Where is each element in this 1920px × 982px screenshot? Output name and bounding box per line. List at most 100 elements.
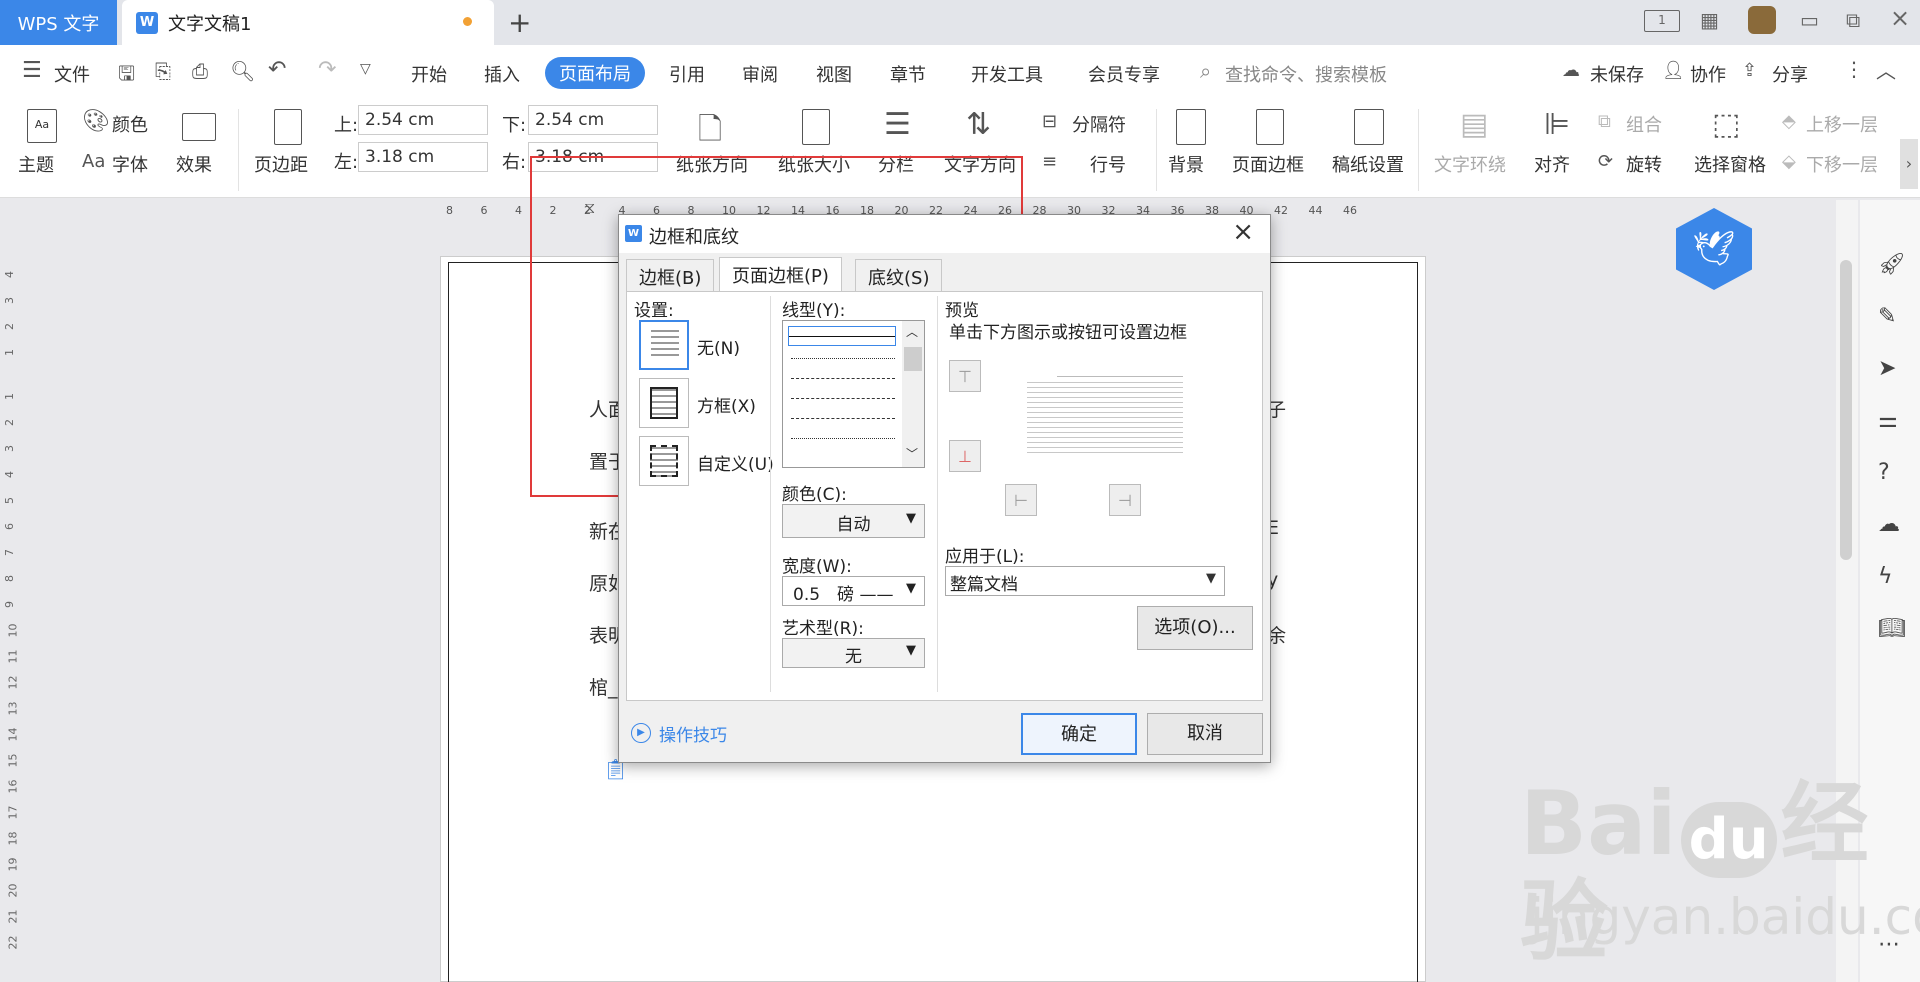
close-window-icon[interactable]: ×	[1890, 4, 1910, 32]
sliders-icon[interactable]: ⚌	[1878, 408, 1898, 433]
setting-box-icon[interactable]	[639, 378, 689, 428]
collapse-ribbon-icon[interactable]: ︿	[1876, 55, 1896, 84]
page-border-button[interactable]: 页面边框	[1232, 151, 1304, 177]
tab-membership[interactable]: 会员专享	[1088, 61, 1160, 87]
help-icon[interactable]: ?	[1878, 460, 1890, 485]
selection-pane-button[interactable]: 选择窗格	[1694, 151, 1766, 177]
text-wrap-button[interactable]: 文字环绕	[1434, 151, 1506, 177]
align-button[interactable]: 对齐	[1534, 151, 1570, 177]
print-icon[interactable]: ⎙	[192, 59, 208, 83]
chevron-down-icon: ▼	[906, 643, 916, 658]
effects-button[interactable]: 效果	[176, 151, 212, 177]
ok-button[interactable]: 确定	[1021, 713, 1137, 755]
setting-custom-icon[interactable]	[639, 436, 689, 486]
scroll-down-icon[interactable]: ﹀	[906, 445, 918, 462]
color-select[interactable]: 自动 ▼	[782, 504, 925, 538]
line-style-scrollbar[interactable]: ︿ ﹀	[902, 321, 924, 467]
tips-link[interactable]: 操作技巧	[659, 721, 727, 746]
share-button[interactable]: 分享	[1772, 61, 1808, 87]
assistant-bird-icon[interactable]: 🕊︎	[1676, 208, 1752, 290]
print-preview-icon[interactable]: 🔍︎	[230, 59, 255, 83]
new-tab-button[interactable]: +	[508, 6, 531, 39]
page-count-icon[interactable]: 1	[1644, 10, 1680, 32]
tab-page-border[interactable]: 页面边框(P)	[719, 257, 842, 291]
art-select[interactable]: 无 ▼	[782, 638, 925, 668]
tab-developer[interactable]: 开发工具	[971, 61, 1043, 87]
scrollbar-thumb[interactable]	[904, 347, 922, 371]
export-pdf-icon[interactable]: ⎘	[155, 59, 171, 83]
cancel-button[interactable]: 取消	[1147, 713, 1263, 755]
file-menu[interactable]: 文件	[54, 61, 90, 87]
scroll-up-icon[interactable]: ︿	[906, 323, 918, 340]
rocket-icon[interactable]: 🚀︎	[1878, 252, 1906, 277]
paper-setup-button[interactable]: 稿纸设置	[1332, 151, 1404, 177]
book-icon[interactable]: 📖︎	[1878, 616, 1906, 641]
setting-none-label[interactable]: 无(N)	[697, 334, 740, 359]
app-tab[interactable]: WPS 文字	[0, 0, 117, 45]
minimize-window-icon[interactable]: ▭	[1800, 8, 1819, 32]
tab-review[interactable]: 审阅	[742, 61, 778, 87]
bottom-border-button[interactable]: ⊥	[949, 440, 981, 472]
pen-icon[interactable]: ✎	[1878, 304, 1896, 329]
borders-shading-dialog[interactable]: W 边框和底纹 × 边框(B) 页面边框(P) 底纹(S) 设置: 无(N) 方…	[618, 214, 1271, 763]
title-bar: WPS 文字 W 文字文稿1 + 1 ▦ ▭ ⧉ ×	[0, 0, 1920, 45]
colors-button[interactable]: 颜色	[112, 111, 148, 137]
background-button[interactable]: 背景	[1168, 151, 1204, 177]
chevron-down-icon[interactable]: ▽	[360, 61, 371, 77]
search-input[interactable]: 查找命令、搜索模板	[1225, 61, 1387, 87]
line-numbers-button[interactable]: 行号	[1090, 151, 1126, 177]
play-tips-icon[interactable]: ▶	[631, 723, 651, 743]
undo-icon[interactable]: ↶	[268, 57, 286, 82]
theme-button[interactable]: 主题	[18, 151, 54, 177]
fonts-button[interactable]: 字体	[112, 151, 148, 177]
margins-button[interactable]: 页边距	[254, 151, 308, 177]
tab-sections[interactable]: 章节	[890, 61, 926, 87]
dialog-title-bar[interactable]: W 边框和底纹 ×	[619, 215, 1270, 253]
tab-borders[interactable]: 边框(B)	[626, 259, 715, 291]
cloud-sync-icon[interactable]: ☁	[1878, 512, 1900, 537]
maximize-window-icon[interactable]: ⧉	[1846, 8, 1860, 32]
scrollbar-thumb[interactable]	[1840, 260, 1852, 560]
tab-insert[interactable]: 插入	[484, 61, 520, 87]
top-border-button[interactable]: ⊤	[949, 360, 981, 392]
setting-custom-label[interactable]: 自定义(U)	[697, 450, 774, 475]
bottom-margin-field[interactable]: 2.54 cm	[528, 105, 658, 135]
avatar[interactable]	[1748, 6, 1776, 34]
tab-shading[interactable]: 底纹(S)	[855, 259, 943, 291]
tab-page-layout[interactable]: 页面布局	[545, 57, 645, 89]
line-style-list[interactable]: ︿ ﹀	[782, 320, 925, 468]
redo-icon[interactable]: ↷	[318, 57, 336, 82]
left-border-button[interactable]: ⊢	[1005, 484, 1037, 516]
tab-references[interactable]: 引用	[669, 61, 705, 87]
left-margin-field[interactable]: 3.18 cm	[358, 142, 488, 172]
close-icon[interactable]: ×	[1232, 217, 1254, 247]
document-line[interactable]: 棺_	[589, 673, 618, 700]
ribbon-scroll-right-icon[interactable]: ›	[1900, 139, 1918, 189]
unsaved-status[interactable]: 未保存	[1590, 61, 1644, 87]
group-button[interactable]: 组合	[1626, 111, 1662, 137]
collaborate-button[interactable]: 协作	[1690, 61, 1726, 87]
more-options-icon[interactable]: ⋮	[1844, 57, 1864, 81]
right-border-button[interactable]: ⊣	[1109, 484, 1141, 516]
apply-to-select[interactable]: 整篇文档 ▼	[945, 566, 1225, 596]
setting-none-icon[interactable]	[639, 320, 689, 370]
rotate-button[interactable]: 旋转	[1626, 151, 1662, 177]
save-icon[interactable]: 🖫	[118, 59, 135, 93]
lightning-icon[interactable]: ϟ	[1878, 564, 1893, 589]
hamburger-menu-icon[interactable]: ☰	[22, 58, 42, 83]
options-button[interactable]: 选项(O)...	[1137, 606, 1253, 650]
setting-box-label[interactable]: 方框(X)	[697, 392, 756, 417]
breaks-button[interactable]: 分隔符	[1072, 111, 1126, 137]
tab-view[interactable]: 视图	[816, 61, 852, 87]
color-select-value: 自动	[836, 515, 871, 535]
send-backward-button[interactable]: 下移一层	[1806, 151, 1878, 177]
grid-view-icon[interactable]: ▦	[1700, 8, 1719, 32]
tab-home[interactable]: 开始	[411, 61, 447, 87]
document-tab[interactable]: W 文字文稿1	[122, 0, 494, 45]
top-margin-field[interactable]: 2.54 cm	[358, 105, 488, 135]
width-select[interactable]: 0.5 磅 —— ▼	[782, 576, 925, 606]
vruler-tick-label: 22	[6, 935, 20, 950]
preview-page[interactable]	[1027, 382, 1183, 454]
bring-forward-button[interactable]: 上移一层	[1806, 111, 1878, 137]
pointer-icon[interactable]: ➤	[1878, 356, 1896, 381]
